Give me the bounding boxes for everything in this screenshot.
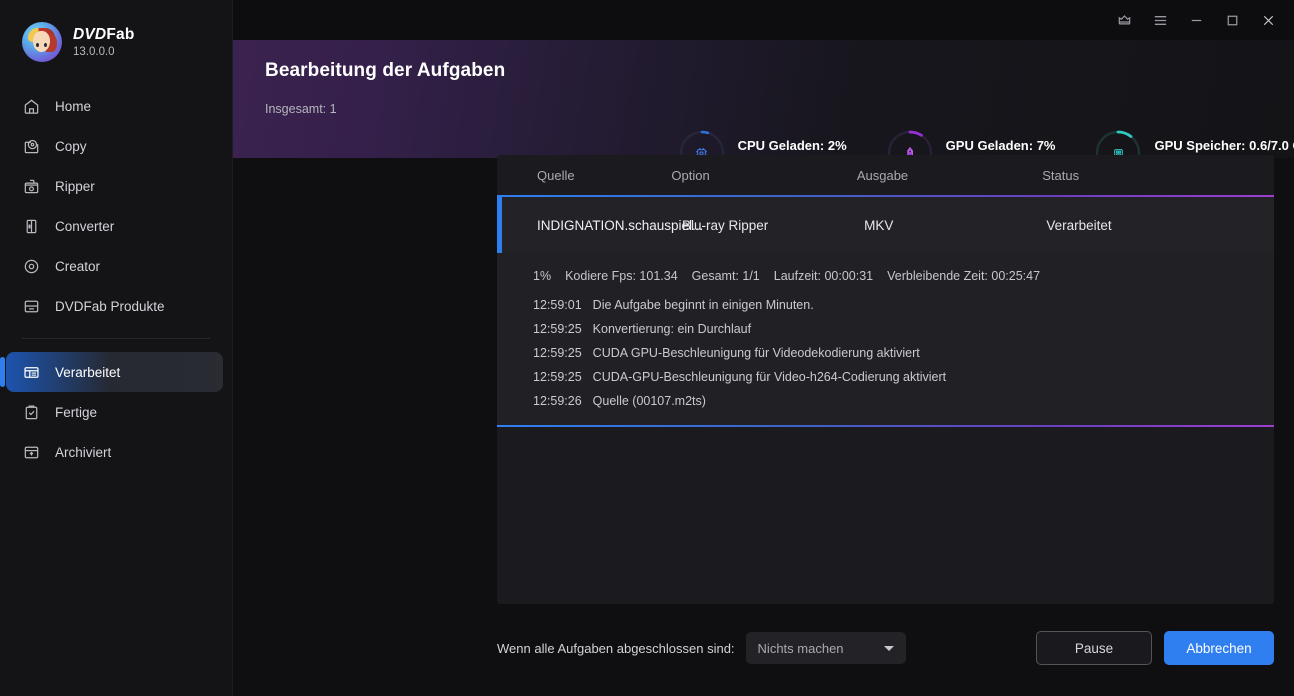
processing-list-icon	[22, 363, 41, 382]
log-entry-text: CUDA-GPU-Beschleunigung für Video-h264-C…	[592, 370, 947, 384]
stat-gpu-value: GPU Geladen: 7%	[945, 137, 1056, 153]
sidebar-item-label: Converter	[55, 218, 115, 234]
sidebar-item-creator[interactable]: Creator	[0, 246, 223, 286]
hamburger-menu-icon[interactable]	[1143, 5, 1177, 35]
task-panel: Quelle Option Ausgabe Status INDIGNATION…	[497, 155, 1274, 604]
cancel-button[interactable]: Abbrechen	[1164, 631, 1274, 665]
sidebar-item-label: Fertige	[55, 404, 98, 420]
home-icon	[22, 97, 41, 116]
main-area: Bearbeitung der Aufgaben Insgesamt: 1 CP…	[233, 0, 1294, 696]
titlebar	[233, 0, 1294, 40]
creator-disc-icon	[22, 257, 41, 276]
log-entry-text: Konvertierung: ein Durchlauf	[592, 322, 752, 336]
sidebar-item-label: Copy	[55, 138, 87, 154]
minimize-icon[interactable]	[1179, 5, 1213, 35]
brand-version: 13.0.0.0	[73, 46, 115, 58]
system-stats-clip: CPU Geladen: 2% CPU-Belastung GPU G	[660, 40, 1294, 158]
column-header-quelle: Quelle	[537, 167, 575, 183]
log-bottom-divider	[497, 425, 1274, 427]
log-entry-text: CUDA GPU-Beschleunigung für Videodekodie…	[592, 346, 920, 360]
cpu-progress-ring	[677, 128, 727, 158]
disc-copy-icon	[22, 137, 41, 156]
sidebar: DVDFab 13.0.0.0 Home Copy Ripper Convert…	[0, 0, 233, 696]
close-icon[interactable]	[1251, 5, 1285, 35]
chevron-down-icon	[883, 645, 894, 651]
table-row[interactable]: INDIGNATION.schauspiel... Blu-ray Ripper…	[497, 197, 1274, 253]
footer-bar: Wenn alle Aufgaben abgeschlossen sind: N…	[497, 630, 1274, 666]
after-tasks-select[interactable]: Nichts machen	[745, 632, 906, 664]
stat-gpu: GPU Geladen: 7% GPU-Belastung	[885, 128, 1056, 158]
log-percent: 1%	[533, 269, 552, 283]
log-entry: 12:59:25 Konvertierung: ein Durchlauf	[497, 317, 1274, 341]
stat-gpu-memory: GPU Speicher: 0.6/7.0 GB GPU-Speicher	[1093, 128, 1294, 158]
log-entry: 12:59:25 CUDA-GPU-Beschleunigung für Vid…	[497, 365, 1274, 389]
cpu-chip-icon	[677, 128, 727, 158]
products-box-icon	[22, 297, 41, 316]
gpu-card-icon	[885, 128, 935, 158]
column-header-ausgabe: Ausgabe	[856, 167, 909, 183]
stat-gpu-memory-value: GPU Speicher: 0.6/7.0 GB	[1154, 137, 1294, 153]
log-remaining: Verbleibende Zeit: 00:25:47	[887, 269, 1041, 283]
sidebar-item-label: Creator	[55, 258, 101, 274]
gpu-progress-ring	[885, 128, 935, 158]
pause-button[interactable]: Pause	[1036, 631, 1152, 665]
dvdfab-window: DVDFab 13.0.0.0 Home Copy Ripper Convert…	[0, 0, 1294, 696]
sidebar-item-copy[interactable]: Copy	[0, 126, 223, 166]
sidebar-item-label: Ripper	[55, 178, 95, 194]
log-entry-text: Die Aufgabe beginnt in einigen Minuten.	[592, 298, 814, 312]
task-output: MKV	[864, 217, 894, 233]
sidebar-item-archiviert[interactable]: Archiviert	[0, 432, 223, 472]
log-fps: Kodiere Fps: 101.34	[565, 269, 678, 283]
log-entry-time: 12:59:25	[533, 370, 582, 384]
dvdfab-girl-logo	[22, 22, 62, 62]
log-runtime: Laufzeit: 00:00:31	[773, 269, 874, 283]
crown-icon[interactable]	[1107, 5, 1141, 35]
sidebar-divider	[22, 338, 210, 339]
sidebar-item-ripper[interactable]: Ripper	[0, 166, 223, 206]
sidebar-item-verarbeitet[interactable]: Verarbeitet	[0, 352, 223, 392]
sidebar-nav: Home Copy Ripper Converter Creator DVDFa…	[0, 86, 232, 472]
sidebar-item-home[interactable]: Home	[0, 86, 223, 126]
table-header: Quelle Option Ausgabe Status	[497, 155, 1274, 195]
log-entry-time: 12:59:25	[533, 346, 582, 360]
log-entry: 12:59:26 Quelle (00107.m2ts)	[497, 389, 1274, 413]
log-entry-time: 12:59:25	[533, 322, 582, 336]
column-header-option: Option	[671, 167, 710, 183]
sidebar-item-label: Home	[55, 98, 92, 114]
log-entry: 12:59:01 Die Aufgabe beginnt in einigen …	[497, 293, 1274, 317]
after-tasks-select-value: Nichts machen	[757, 640, 844, 656]
task-option: Blu-ray Ripper	[682, 217, 769, 233]
column-header-status: Status	[1042, 167, 1080, 183]
sidebar-item-label: DVDFab Produkte	[55, 298, 165, 314]
log-entry-time: 12:59:01	[533, 298, 582, 312]
gpu-memory-progress-ring	[1093, 128, 1143, 158]
log-entry-time: 12:59:26	[533, 394, 582, 408]
clipboard-check-icon	[22, 403, 41, 422]
task-log: 1% Kodiere Fps: 101.34 Gesamt: 1/1 Laufz…	[497, 253, 1274, 425]
sidebar-item-fertige[interactable]: Fertige	[0, 392, 223, 432]
sidebar-item-converter[interactable]: Converter	[0, 206, 223, 246]
archive-box-icon	[22, 443, 41, 462]
log-entry-text: Quelle (00107.m2ts)	[592, 394, 706, 408]
brand: DVDFab 13.0.0.0	[0, 0, 232, 62]
gpu-memory-icon	[1093, 128, 1143, 158]
ripper-icon	[22, 177, 41, 196]
sidebar-item-label: Archiviert	[55, 444, 112, 460]
stat-cpu: CPU Geladen: 2% CPU-Belastung	[677, 128, 847, 158]
maximize-icon[interactable]	[1215, 5, 1249, 35]
brand-name: DVDFab	[73, 26, 135, 43]
system-stats: CPU Geladen: 2% CPU-Belastung GPU G	[677, 128, 1294, 158]
after-tasks-label: Wenn alle Aufgaben abgeschlossen sind:	[497, 640, 735, 656]
log-entry: 12:59:25 CUDA GPU-Beschleunigung für Vid…	[497, 341, 1274, 365]
task-status: Verarbeitet	[1046, 217, 1112, 233]
sidebar-item-label: Verarbeitet	[55, 364, 121, 380]
converter-icon	[22, 217, 41, 236]
task-log-status: 1% Kodiere Fps: 101.34 Gesamt: 1/1 Laufz…	[497, 269, 1274, 293]
sidebar-item-dvdfab-produkte[interactable]: DVDFab Produkte	[0, 286, 223, 326]
page-header: Bearbeitung der Aufgaben Insgesamt: 1 CP…	[233, 40, 1294, 158]
log-total: Gesamt: 1/1	[691, 269, 760, 283]
task-source: INDIGNATION.schauspiel...	[537, 217, 704, 233]
stat-cpu-value: CPU Geladen: 2%	[737, 137, 847, 153]
